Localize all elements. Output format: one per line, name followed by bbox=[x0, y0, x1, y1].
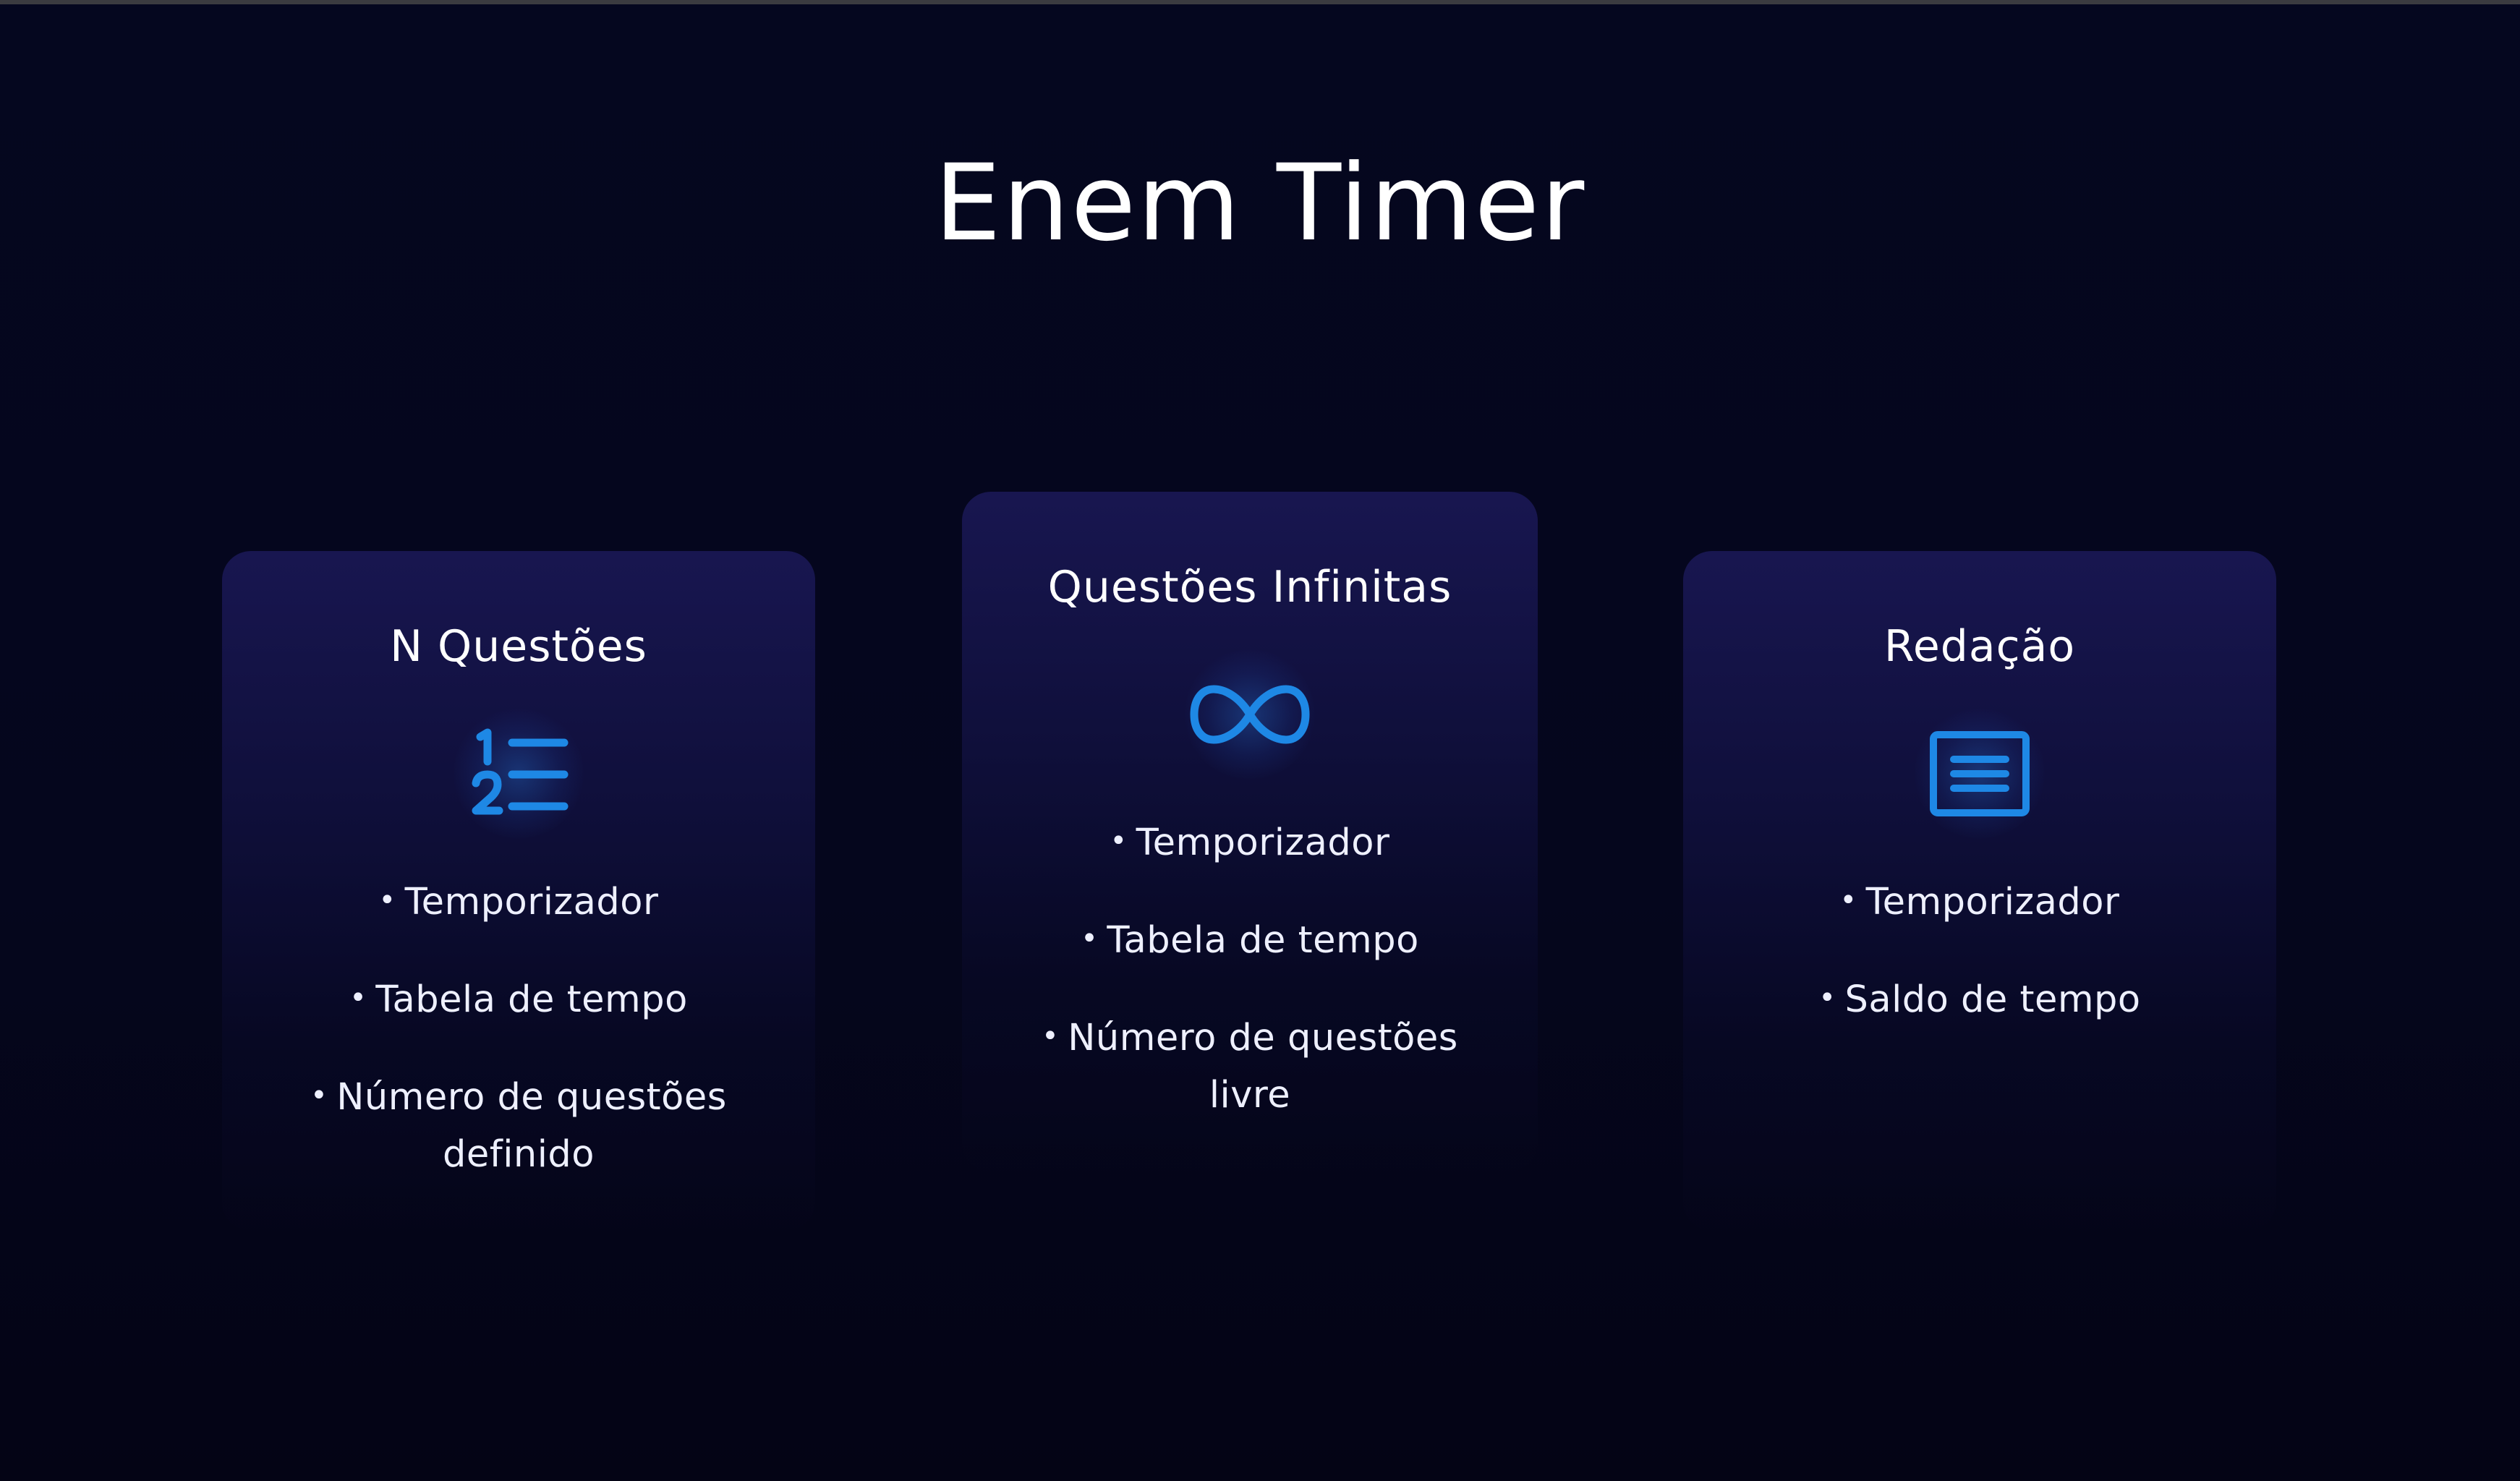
feature-item: • Tabela de tempo bbox=[1081, 919, 1419, 962]
feature-list: • Temporizador • Tabela de tempo • Número d… bbox=[222, 875, 815, 1182]
feature-item: • Temporizador bbox=[378, 881, 659, 923]
page-title: Enem Timer bbox=[934, 142, 1586, 265]
mode-card-n-questoes[interactable]: N Questões • Temporizador • Tabela de temp… bbox=[222, 551, 815, 1231]
card-title: Questões Infinitas bbox=[1047, 562, 1452, 613]
feature-item: • Temporizador bbox=[1839, 881, 2120, 923]
page: Enem Timer N Questões • Temporizador • Tab… bbox=[0, 0, 2520, 1481]
card-title: N Questões bbox=[390, 621, 647, 672]
feature-item: • Número de questões livre bbox=[1042, 1017, 1458, 1117]
mode-card-redacao[interactable]: Redação • Temporizador • Saldo de tempo bbox=[1683, 551, 2276, 1231]
feature-item: • Tabela de tempo bbox=[349, 978, 688, 1021]
feature-item: • Número de questões definido bbox=[310, 1076, 727, 1176]
feature-item: • Saldo de tempo bbox=[1818, 978, 2141, 1021]
feature-item: • Temporizador bbox=[1110, 821, 1390, 864]
document-icon bbox=[1907, 701, 2052, 846]
feature-list: • Temporizador • Saldo de tempo bbox=[1683, 875, 2276, 1030]
feature-list: • Temporizador • Tabela de tempo • Número d… bbox=[962, 816, 1538, 1123]
card-title: Redação bbox=[1883, 621, 2076, 672]
numbered-list-icon bbox=[446, 701, 591, 846]
infinity-icon bbox=[1178, 642, 1322, 787]
mode-card-questoes-infinitas[interactable]: Questões Infinitas • Temporizador • Tabela… bbox=[962, 492, 1538, 1171]
